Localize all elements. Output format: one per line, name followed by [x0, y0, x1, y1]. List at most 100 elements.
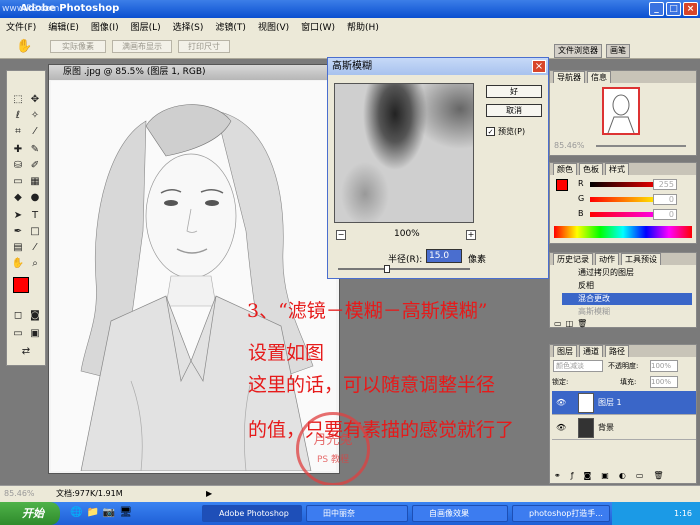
full-screen-icon[interactable]: ▣	[28, 327, 42, 341]
tool-presets-tab[interactable]: 工具预设	[621, 253, 661, 265]
shape-tool-icon[interactable]: □	[28, 225, 42, 239]
navigator-zoom[interactable]: 85.46%	[554, 141, 585, 150]
taskbar-window[interactable]: 田中丽奈	[306, 505, 408, 522]
taskbar-window[interactable]: photoshop打造手...	[512, 505, 610, 522]
color-spectrum[interactable]	[554, 226, 692, 238]
eyedropper-icon[interactable]: ⁄	[28, 241, 42, 255]
clock[interactable]: 1:16	[674, 509, 692, 518]
layers-tab[interactable]: 图层	[553, 345, 577, 357]
type-tool-icon[interactable]: T	[28, 209, 42, 223]
menu-window[interactable]: 窗口(W)	[301, 20, 335, 33]
new-layer-icon[interactable]: ▭	[636, 471, 644, 480]
opacity-input[interactable]: 100%	[650, 360, 678, 372]
file-browser-tab[interactable]: 文件浏览器	[554, 44, 602, 58]
actions-tab[interactable]: 动作	[595, 253, 619, 265]
status-arrow-icon[interactable]: ▶	[206, 486, 212, 502]
hand-tool-icon[interactable]: ✋	[16, 39, 32, 54]
menu-file[interactable]: 文件(F)	[6, 20, 36, 33]
jump-to-imageready-icon[interactable]: ⇄	[19, 345, 33, 359]
close-button[interactable]: ×	[683, 2, 698, 16]
new-set-icon[interactable]: ▣	[601, 471, 609, 480]
menu-filter[interactable]: 滤镜(T)	[215, 20, 246, 33]
layer-row[interactable]: 👁 背景	[552, 416, 696, 440]
layer-row-selected[interactable]: 👁 图层 1	[552, 391, 696, 415]
r-slider[interactable]	[590, 182, 662, 187]
preview-checkbox[interactable]: ✓	[486, 127, 495, 136]
taskbar-window[interactable]: 自画像效果	[412, 505, 508, 522]
mask-icon[interactable]: ◙	[584, 471, 592, 480]
fg-color-chip[interactable]	[556, 179, 568, 191]
screen-mode-icon[interactable]: ▭	[11, 327, 25, 341]
history-brush-icon[interactable]: ✐	[28, 159, 42, 173]
adjustment-icon[interactable]: ◐	[619, 471, 626, 480]
gradient-tool-icon[interactable]: ▦	[28, 175, 42, 189]
hand-tool-icon[interactable]: ✋	[11, 257, 25, 271]
standard-mode-icon[interactable]: ◻	[11, 309, 25, 323]
history-tab[interactable]: 历史记录	[553, 253, 593, 265]
zoom-in-icon[interactable]: +	[466, 230, 476, 240]
history-item[interactable]: 反相	[562, 280, 692, 292]
zoom-out-icon[interactable]: −	[336, 230, 346, 240]
menu-edit[interactable]: 编辑(E)	[48, 20, 79, 33]
cancel-button[interactable]: 取消	[486, 104, 542, 117]
move-tool-icon[interactable]: ✥	[28, 93, 42, 107]
actual-pixels-button[interactable]: 实际像素	[50, 40, 106, 53]
color-tab[interactable]: 颜色	[553, 163, 577, 175]
menu-select[interactable]: 选择(S)	[173, 20, 204, 33]
r-value[interactable]: 255	[653, 179, 677, 190]
b-value[interactable]: 0	[653, 209, 677, 220]
portrait-canvas[interactable]	[51, 81, 336, 471]
slice-tool-icon[interactable]: ⁄	[28, 125, 42, 139]
magic-wand-icon[interactable]: ✧	[28, 109, 42, 123]
dodge-tool-icon[interactable]: ●	[28, 191, 42, 205]
print-size-button[interactable]: 打印尺寸	[178, 40, 230, 53]
radius-slider-handle[interactable]	[384, 265, 390, 273]
blur-preview[interactable]	[334, 83, 474, 223]
channels-tab[interactable]: 通道	[579, 345, 603, 357]
fit-on-screen-button[interactable]: 满画布显示	[112, 40, 172, 53]
foreground-color-swatch[interactable]	[13, 277, 29, 293]
menu-help[interactable]: 帮助(H)	[347, 20, 379, 33]
g-slider[interactable]	[590, 197, 662, 202]
maximize-button[interactable]: □	[666, 2, 681, 16]
styles-tab[interactable]: 样式	[605, 163, 629, 175]
paths-tab[interactable]: 路径	[605, 345, 629, 357]
eye-icon[interactable]: 👁	[556, 391, 566, 415]
radius-input[interactable]: 15.0	[426, 249, 462, 263]
g-value[interactable]: 0	[653, 194, 677, 205]
eye-icon[interactable]: 👁	[556, 416, 566, 440]
fill-input[interactable]: 100%	[650, 376, 678, 388]
new-doc-from-state-icon[interactable]: ▭	[554, 319, 562, 328]
blend-mode-select[interactable]: 颜色减淡	[553, 360, 603, 372]
path-select-icon[interactable]: ➤	[11, 209, 25, 223]
start-button[interactable]: 开始	[0, 502, 60, 525]
info-tab[interactable]: 信息	[587, 71, 611, 83]
dialog-close-icon[interactable]: ×	[532, 60, 546, 73]
delete-layer-icon[interactable]: 🗑	[653, 471, 663, 480]
lasso-tool-icon[interactable]: ℓ	[11, 109, 25, 123]
clone-stamp-icon[interactable]: ⛁	[11, 159, 25, 173]
navigator-tab[interactable]: 导航器	[553, 71, 585, 83]
menu-image[interactable]: 图像(I)	[91, 20, 119, 33]
healing-brush-icon[interactable]: ✚	[11, 143, 25, 157]
layer-style-icon[interactable]: ƒ	[571, 471, 574, 480]
taskbar-photoshop[interactable]: Adobe Photoshop	[202, 505, 302, 522]
menu-layer[interactable]: 图层(L)	[131, 20, 161, 33]
quicklaunch-icon[interactable]: 📷	[103, 507, 115, 518]
minimize-button[interactable]: _	[649, 2, 664, 16]
radius-slider-track[interactable]	[338, 268, 470, 270]
quicklaunch-icon[interactable]: 📁	[86, 507, 98, 518]
marquee-tool-icon[interactable]: ⬚	[11, 93, 25, 107]
brushes-tab[interactable]: 画笔	[606, 44, 630, 58]
quicklaunch-icon[interactable]: 🌐	[70, 507, 82, 518]
navigator-zoom-slider[interactable]	[596, 145, 686, 147]
swatches-tab[interactable]: 色板	[579, 163, 603, 175]
new-snapshot-icon[interactable]: ◫	[566, 319, 574, 328]
crop-tool-icon[interactable]: ⌗	[11, 125, 25, 139]
notes-tool-icon[interactable]: ▤	[11, 241, 25, 255]
b-slider[interactable]	[590, 212, 662, 217]
eraser-tool-icon[interactable]: ▭	[11, 175, 25, 189]
delete-state-icon[interactable]: 🗑	[577, 319, 587, 328]
blur-tool-icon[interactable]: ◆	[11, 191, 25, 205]
pen-tool-icon[interactable]: ✒	[11, 225, 25, 239]
